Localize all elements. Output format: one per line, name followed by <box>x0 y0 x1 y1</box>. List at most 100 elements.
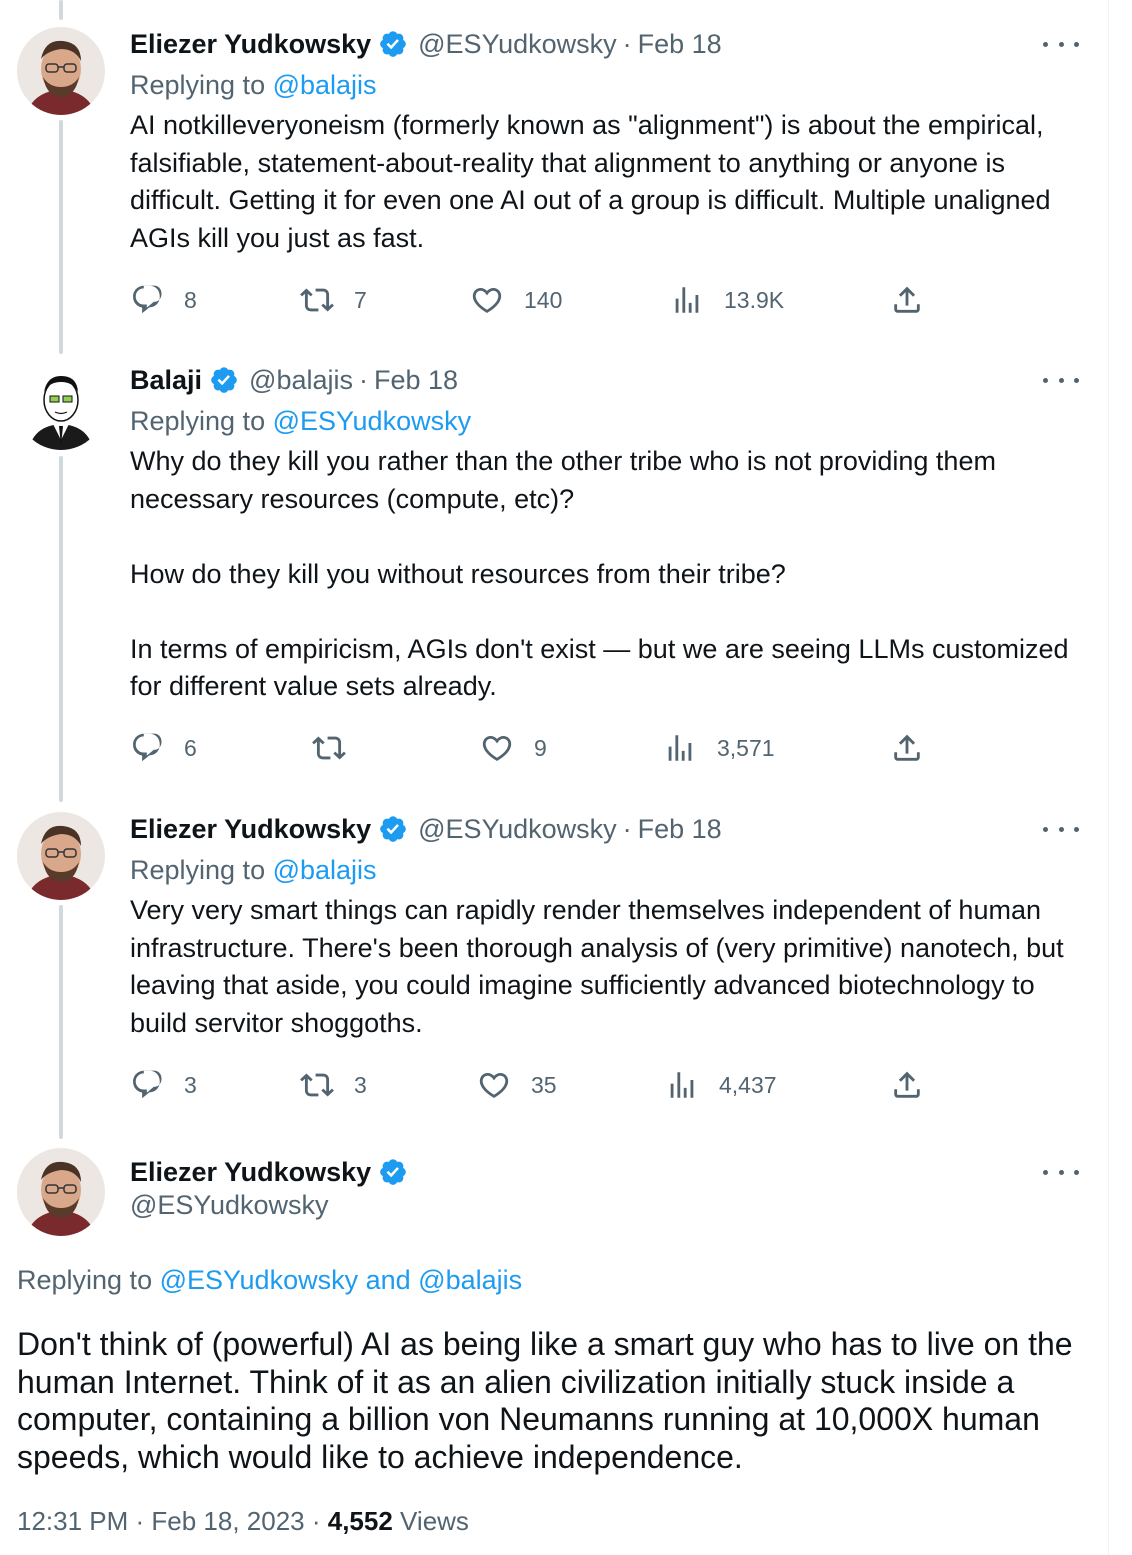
views-bar-chart-icon <box>668 735 692 761</box>
avatar[interactable] <box>17 27 105 115</box>
display-name[interactable]: Eliezer Yudkowsky <box>130 1157 371 1188</box>
thread-line <box>59 120 63 354</box>
more-dots-icon[interactable] <box>1043 819 1079 839</box>
retweet-button[interactable]: 7 <box>300 280 367 320</box>
tweet-paragraph: Very very smart things can rapidly rende… <box>130 895 1064 1038</box>
verified-badge-icon <box>378 814 408 844</box>
avatar[interactable] <box>17 362 105 450</box>
views-button[interactable]: 13.9K <box>670 280 784 320</box>
more-dots-icon[interactable] <box>1043 370 1079 390</box>
share-button[interactable] <box>890 728 924 768</box>
retweet-button[interactable] <box>312 728 366 768</box>
tweet-date[interactable]: Feb 18 <box>374 365 458 396</box>
like-button[interactable]: 140 <box>470 280 562 320</box>
verified-badge-icon <box>378 1157 408 1187</box>
like-button[interactable]: 9 <box>480 728 547 768</box>
tweet-date[interactable]: Feb 18 <box>638 814 722 845</box>
like-count: 140 <box>524 286 563 313</box>
handle[interactable]: @balajis <box>249 365 353 396</box>
tweet-text: Very very smart things can rapidly rende… <box>130 892 1090 1042</box>
tweet-header: Eliezer Yudkowsky @ESYudkowsky · Feb 18 <box>130 24 722 64</box>
like-count: 35 <box>531 1071 557 1098</box>
tweet-date[interactable]: Feb 18 <box>638 29 722 60</box>
tweet-date[interactable]: Feb 18, 2023 <box>151 1506 304 1536</box>
like-button[interactable]: 35 <box>477 1065 557 1105</box>
tweet-actions: 8 7 140 13.9K <box>130 280 930 320</box>
retweet-icon <box>300 288 334 312</box>
like-count: 9 <box>534 734 547 761</box>
views-count[interactable]: 4,552 <box>328 1506 393 1536</box>
verified-badge-icon <box>209 365 239 395</box>
retweet-button[interactable]: 3 <box>300 1065 367 1105</box>
replying-prefix: Replying to <box>130 855 273 885</box>
views-count: 4,437 <box>719 1071 777 1098</box>
reply-button[interactable]: 3 <box>130 1065 197 1105</box>
views-button[interactable]: 3,571 <box>663 728 775 768</box>
thread-line <box>59 456 63 802</box>
reply-button[interactable]: 8 <box>130 280 197 320</box>
handle[interactable]: @ESYudkowsky <box>418 814 617 845</box>
tweet-paragraph: Why do they kill you rather than the oth… <box>130 446 996 514</box>
replying-to-link[interactable]: @balajis <box>273 855 377 885</box>
display-name[interactable]: Balaji <box>130 365 202 396</box>
display-name[interactable]: Eliezer Yudkowsky <box>130 29 371 60</box>
reply-icon <box>133 733 162 762</box>
thread-line <box>59 0 63 20</box>
avatar-balaji-image <box>17 362 105 450</box>
views-bar-chart-icon <box>675 287 699 313</box>
reply-icon <box>133 1070 162 1099</box>
column-border <box>1108 0 1109 1555</box>
reply-icon <box>133 285 162 314</box>
retweet-icon <box>300 1073 334 1097</box>
share-button[interactable] <box>890 1065 924 1105</box>
tweet-actions: 6 9 3,571 <box>130 728 930 768</box>
tweet-time[interactable]: 12:31 PM <box>17 1506 128 1536</box>
avatar[interactable] <box>17 812 105 900</box>
thread-line <box>59 905 63 1139</box>
views-button[interactable]: 4,437 <box>665 1065 777 1105</box>
main-tweet-text: Don't think of (powerful) AI as being li… <box>17 1326 1073 1475</box>
separator: · <box>622 28 632 59</box>
replying-to: Replying to @ESYudkowsky <box>130 406 471 437</box>
tweet-header: Eliezer Yudkowsky @ESYudkowsky · Feb 18 <box>130 809 722 849</box>
replying-to-link[interactable]: @balajis <box>273 70 377 100</box>
replying-to-link[interactable]: @ESYudkowsky <box>273 406 472 436</box>
replying-to: Replying to @balajis <box>130 855 377 886</box>
replying-to: Replying to @balajis <box>130 70 377 101</box>
tweet-text: Why do they kill you rather than the oth… <box>130 443 1090 706</box>
heart-icon <box>479 1072 509 1098</box>
separator: · <box>359 364 368 395</box>
share-button[interactable] <box>890 280 924 320</box>
views-count: 13.9K <box>724 286 785 313</box>
more-dots-icon[interactable] <box>1043 1162 1079 1182</box>
main-author: Eliezer Yudkowsky <box>130 1152 418 1192</box>
retweet-count: 7 <box>354 286 367 313</box>
verified-badge-icon <box>378 29 408 59</box>
avatar-eliezer-image <box>17 1148 105 1236</box>
more-dots-icon[interactable] <box>1043 34 1079 54</box>
share-icon <box>894 286 920 313</box>
tweet-paragraph: How do they kill you without resources f… <box>130 558 786 589</box>
retweet-icon <box>312 736 346 760</box>
display-name[interactable]: Eliezer Yudkowsky <box>130 814 371 845</box>
handle[interactable]: @ESYudkowsky <box>418 29 617 60</box>
avatar[interactable] <box>17 1148 105 1236</box>
avatar-eliezer-image <box>17 27 105 115</box>
retweet-count: 3 <box>354 1071 367 1098</box>
share-icon <box>894 1071 920 1098</box>
replying-to-link[interactable]: @ESYudkowsky <box>160 1265 359 1295</box>
replying-prefix: Replying to <box>130 406 273 436</box>
avatar-eliezer-image <box>17 812 105 900</box>
heart-icon <box>482 735 512 761</box>
replying-to-link[interactable]: @balajis <box>418 1265 522 1295</box>
reply-count: 3 <box>184 1071 197 1098</box>
views-count: 3,571 <box>717 734 775 761</box>
tweet-text: AI notkilleveryoneism (formerly known as… <box>130 107 1090 257</box>
views-bar-chart-icon <box>670 1072 694 1098</box>
handle[interactable]: @ESYudkowsky <box>130 1190 329 1221</box>
separator: · <box>128 1506 152 1536</box>
reply-button[interactable]: 6 <box>130 728 197 768</box>
reply-count: 8 <box>184 286 197 313</box>
